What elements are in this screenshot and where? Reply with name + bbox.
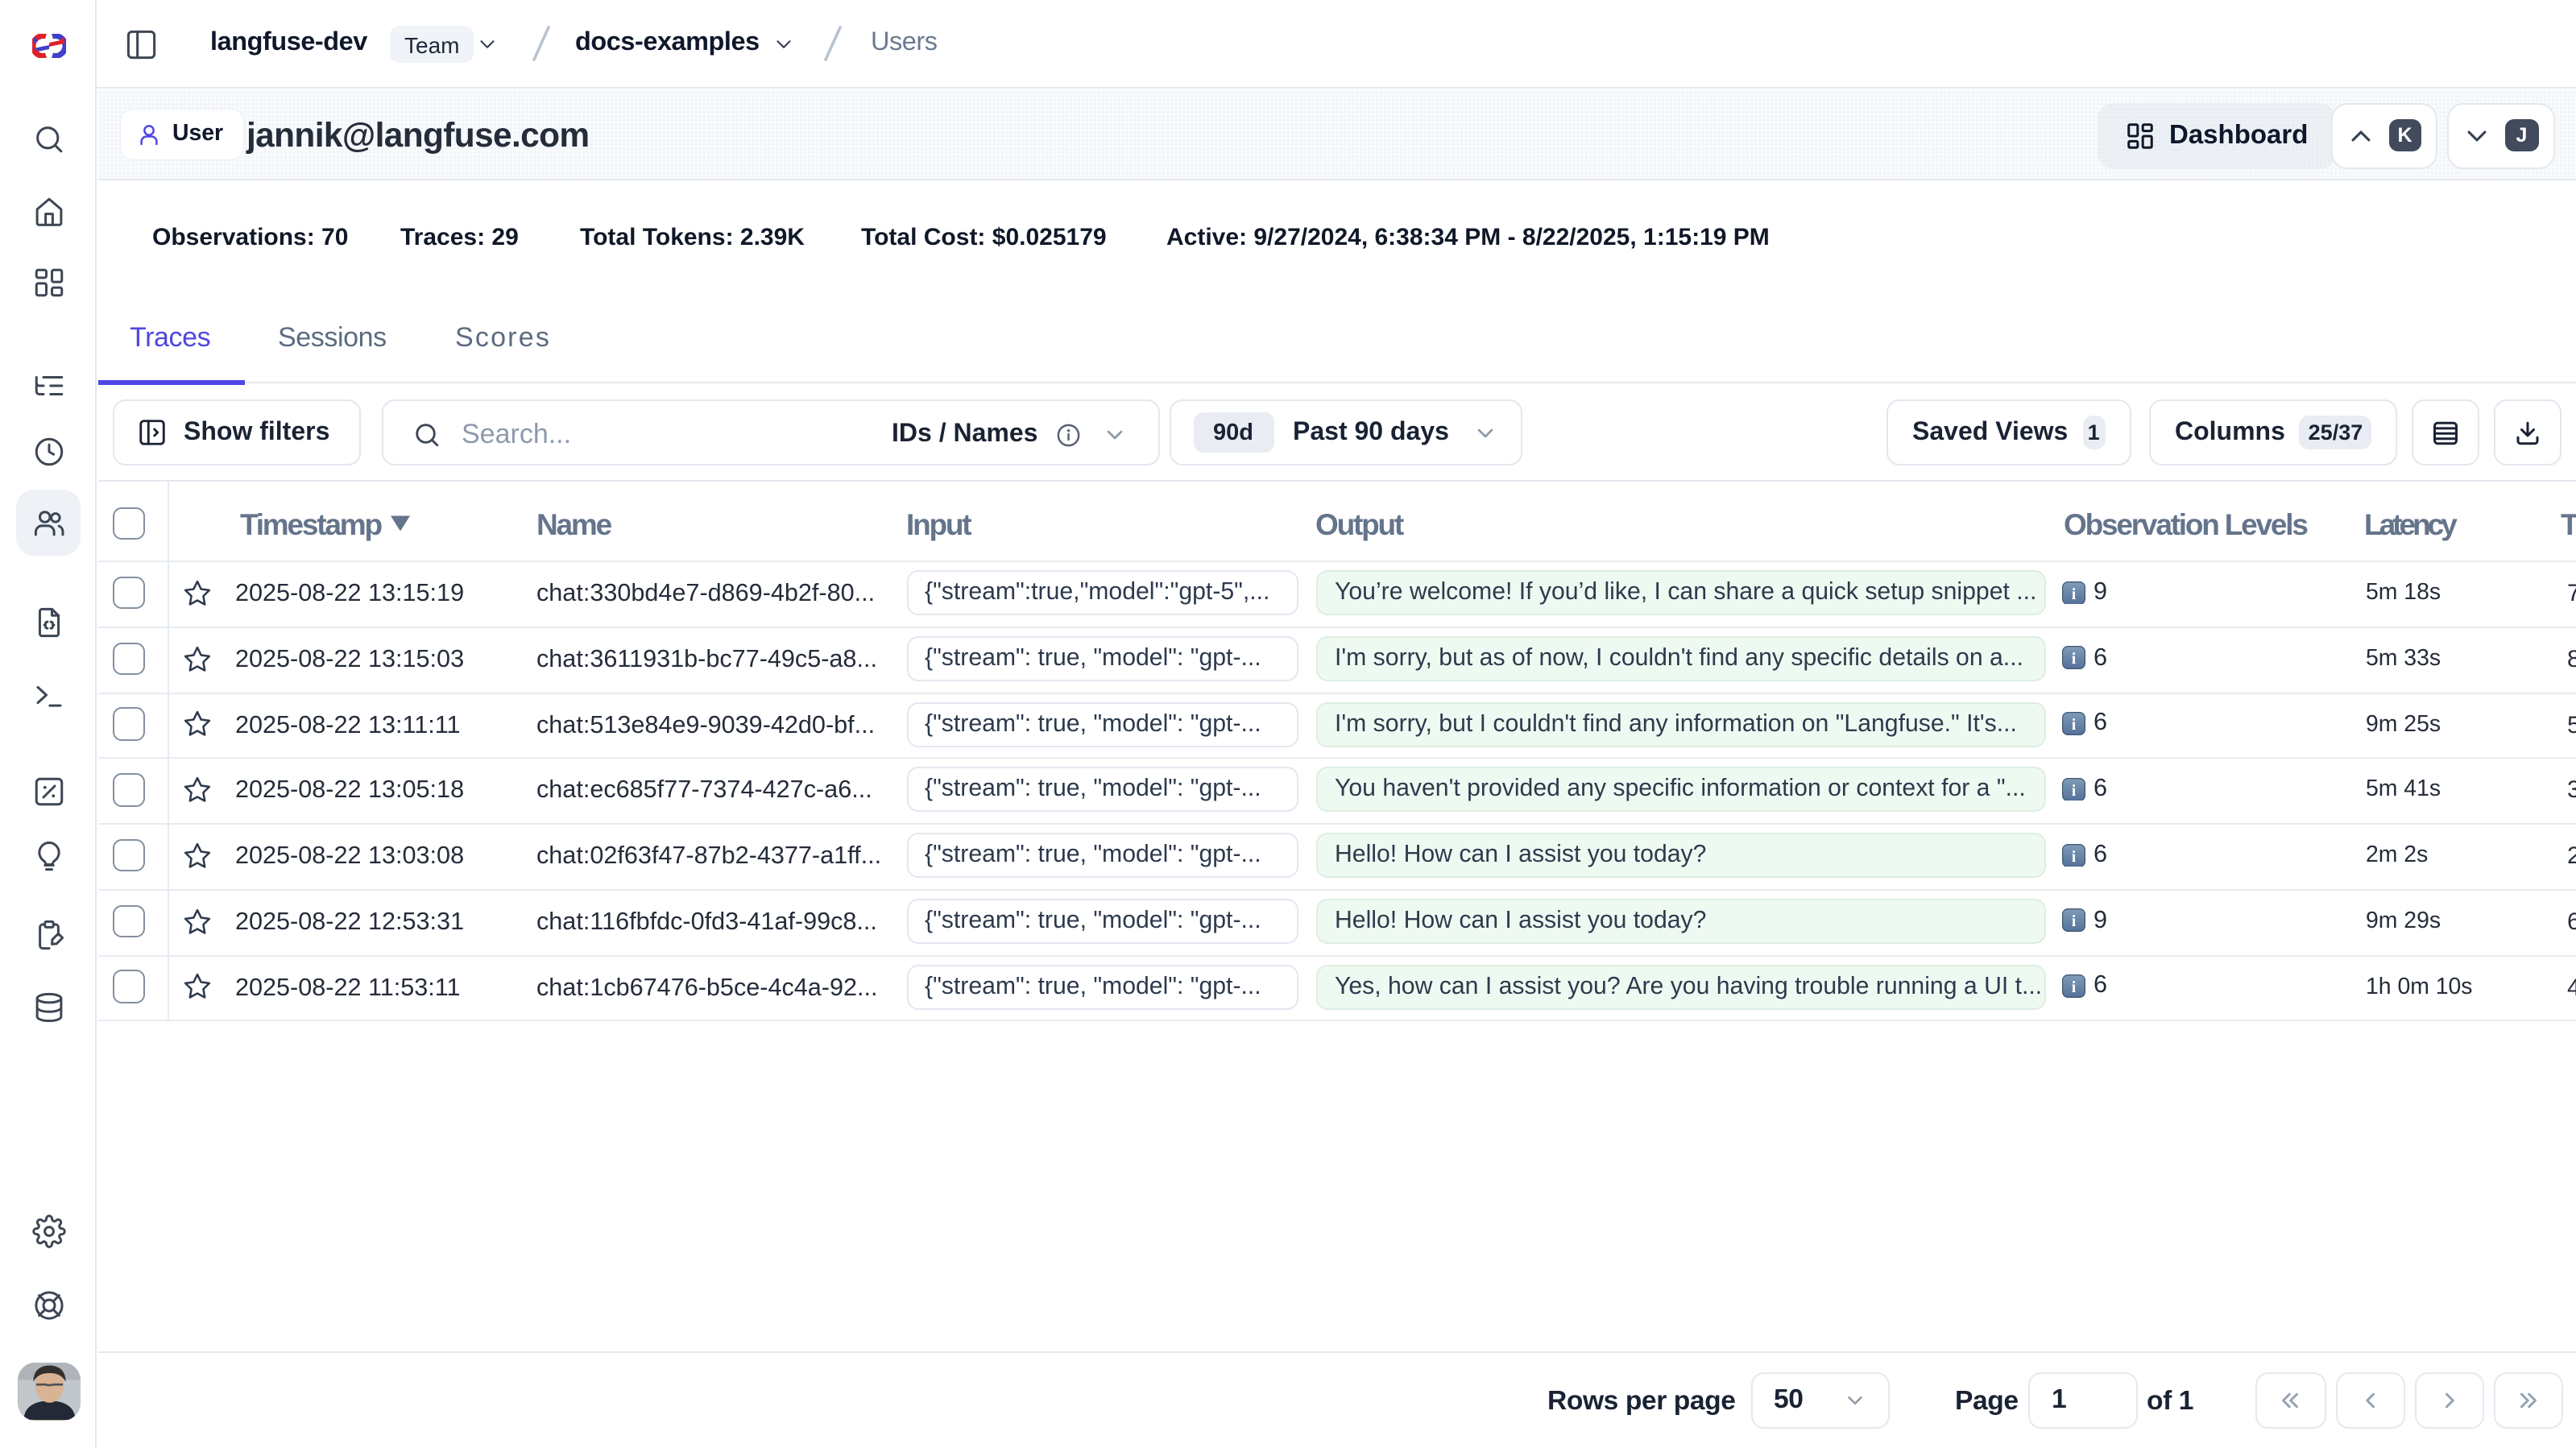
svg-text:i: i [2072, 585, 2077, 602]
svg-text:i: i [2072, 651, 2077, 668]
svg-text:i: i [2072, 913, 2077, 931]
svg-text:i: i [2072, 716, 2077, 734]
svg-text:i: i [2072, 978, 2077, 996]
svg-text:i: i [2072, 847, 2077, 865]
svg-text:i: i [2072, 782, 2077, 800]
